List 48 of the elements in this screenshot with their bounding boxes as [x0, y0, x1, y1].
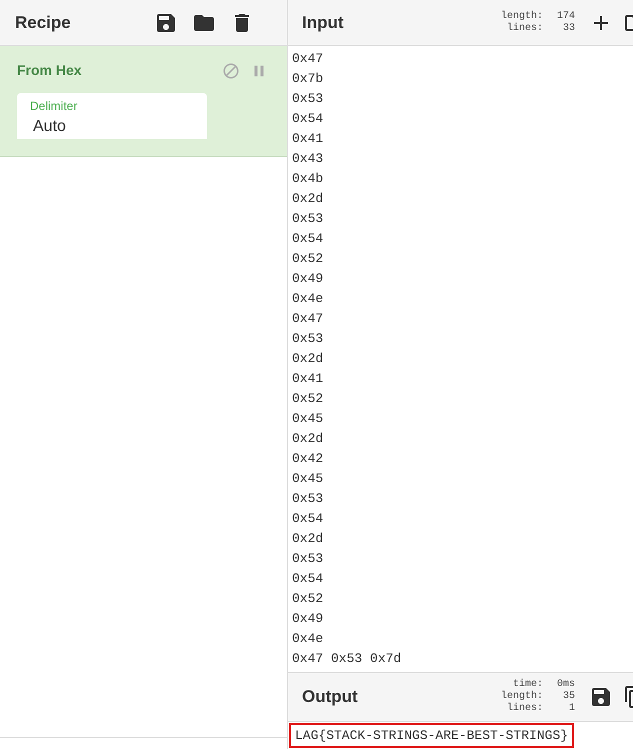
panel-title: Input	[302, 12, 345, 34]
stat-value: 35	[562, 691, 575, 703]
input-line: 0x52	[292, 250, 324, 268]
input-line: 0x47	[292, 310, 324, 328]
panel-title: Output	[302, 686, 359, 708]
input-line: 0x53	[292, 330, 324, 348]
stat-label: length:	[500, 10, 543, 22]
input-line: 0x53	[292, 490, 324, 508]
input-line: 0x45	[292, 410, 324, 428]
stat-label: lines:	[506, 703, 543, 715]
input-line: 0x41	[292, 130, 324, 148]
input-line: 0x54	[292, 510, 324, 528]
input-line: 0x4e	[292, 290, 324, 308]
input-line: 0x7b	[292, 70, 324, 88]
stat-label: lines:	[506, 22, 543, 34]
input-line: 0x53	[292, 90, 324, 108]
input-line: 0x45	[292, 470, 324, 488]
input-line: 0x54	[292, 110, 324, 128]
stat-value: 174	[556, 10, 575, 22]
input-line: 0x2d	[292, 190, 324, 208]
operation-title: From Hex	[17, 61, 83, 80]
input-line: 0x52	[292, 390, 324, 408]
stat-value: 33	[562, 22, 575, 34]
delimiter-field[interactable]: Delimiter Auto	[17, 93, 207, 139]
panel-title: Recipe	[15, 12, 72, 34]
input-line: 0x47	[292, 50, 324, 68]
stat-value: 1	[568, 703, 575, 715]
input-line: 0x4b	[292, 170, 324, 188]
input-line: 0x43	[292, 150, 324, 168]
input-line: 0x42	[292, 450, 324, 468]
input-line: 0x54	[292, 570, 324, 588]
stat-value: 0ms	[556, 679, 575, 691]
save-icon[interactable]	[589, 685, 613, 709]
output-text: LAG{STACK-STRINGS-ARE-BEST-STRINGS}	[289, 723, 574, 748]
input-line: 0x2d	[292, 350, 324, 368]
input-line: 0x49	[292, 270, 324, 288]
input-line: 0x41	[292, 370, 324, 388]
input-line: 0x49	[292, 610, 324, 628]
input-line: 0x53	[292, 210, 324, 228]
input-line: 0x53	[292, 550, 324, 568]
input-line: 0x52	[292, 590, 324, 608]
input-line: 0x47 0x53 0x7d	[292, 650, 402, 668]
input-line: 0x2d	[292, 430, 324, 448]
input-line: 0x2d	[292, 530, 324, 548]
stat-label: length:	[500, 691, 543, 702]
input-line: 0x54	[292, 230, 324, 248]
stat-label: time:	[512, 679, 543, 690]
input-line: 0x4e	[292, 630, 324, 648]
